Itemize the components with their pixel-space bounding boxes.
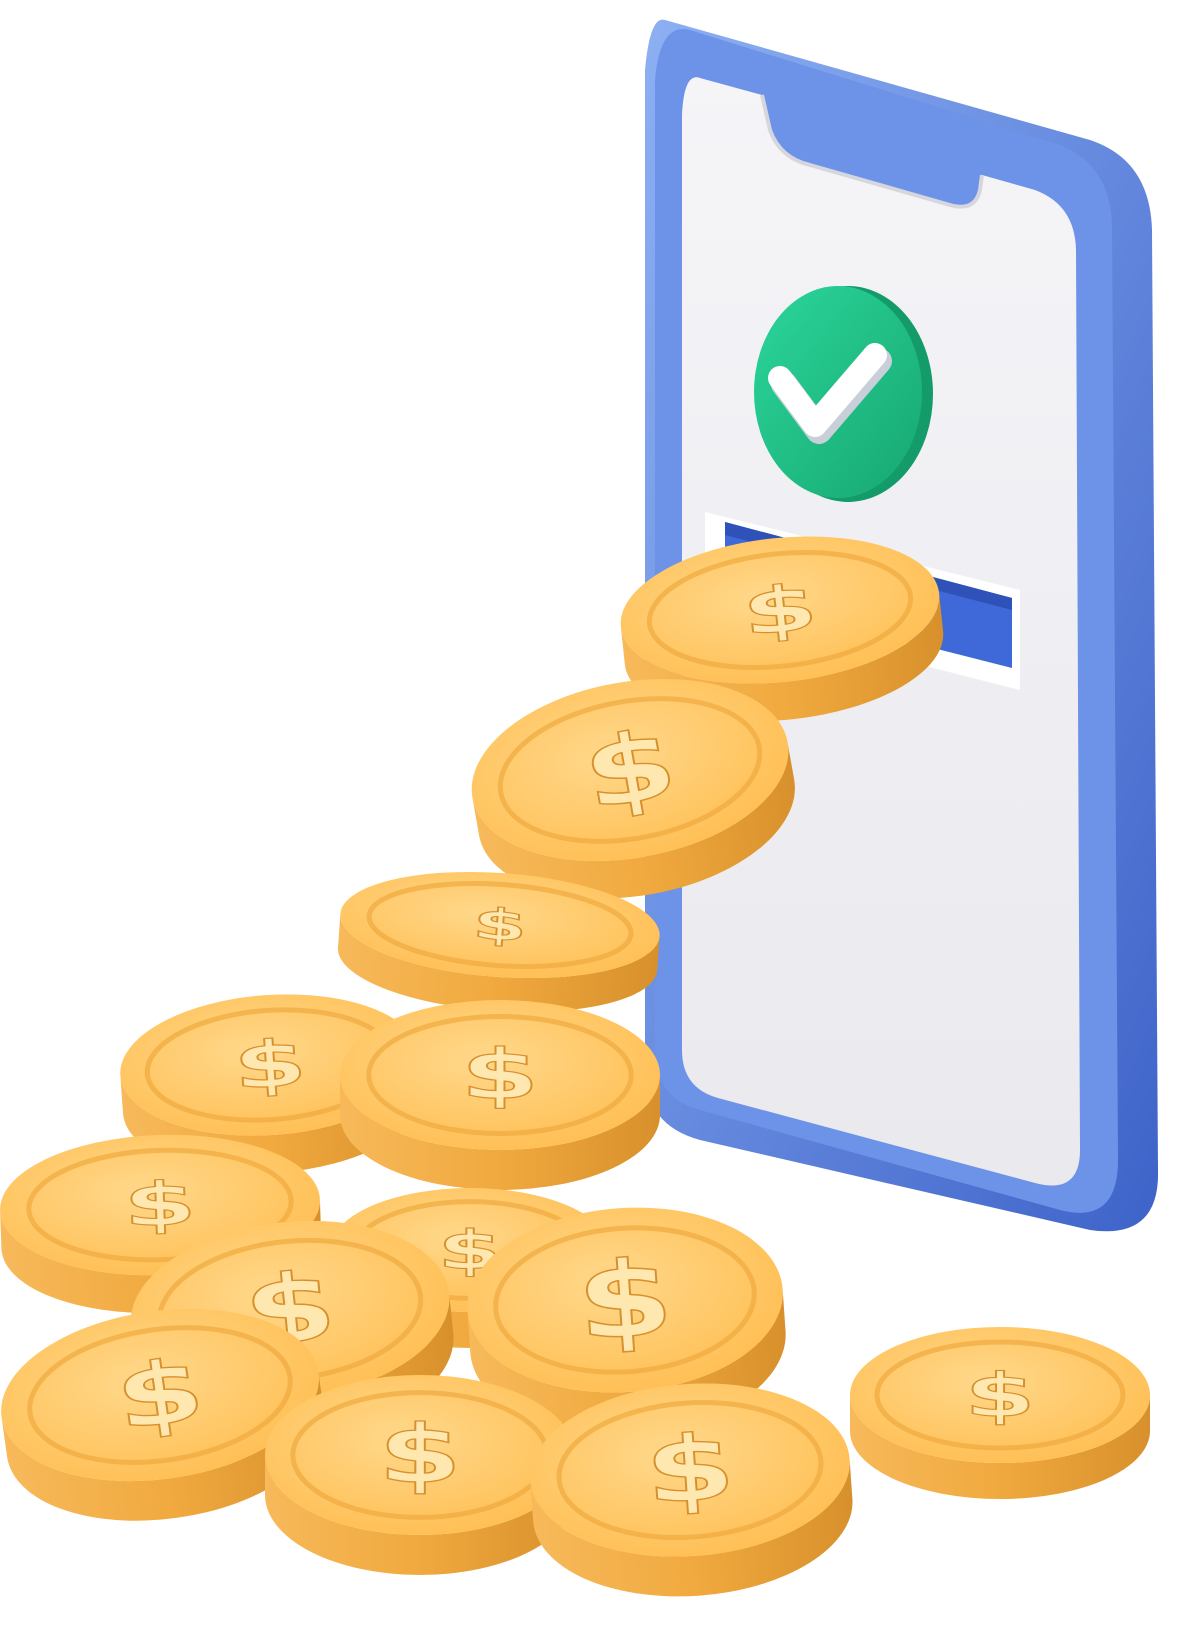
dollar-coin: $ [340, 1000, 660, 1190]
dollar-sign-icon: $ [471, 898, 529, 951]
dollar-sign-icon: $ [642, 1415, 739, 1525]
dollar-sign-icon: $ [122, 1169, 197, 1241]
dollar-sign-icon: $ [965, 1360, 1036, 1430]
dollar-sign-icon: $ [378, 1408, 461, 1502]
dollar-coin: $ [265, 1375, 575, 1575]
dollar-sign-icon: $ [461, 1035, 540, 1115]
success-check-icon [754, 286, 933, 502]
dollar-sign-icon: $ [575, 708, 685, 832]
payment-illustration: $$$$ $$$$ $$$$ $ [0, 19, 1159, 1597]
dollar-sign-icon: $ [231, 1025, 309, 1104]
dollar-coin: $ [850, 1327, 1150, 1499]
dollar-sign-icon: $ [110, 1340, 211, 1451]
dollar-sign-icon: $ [739, 569, 821, 650]
dollar-sign-icon: $ [573, 1236, 677, 1364]
